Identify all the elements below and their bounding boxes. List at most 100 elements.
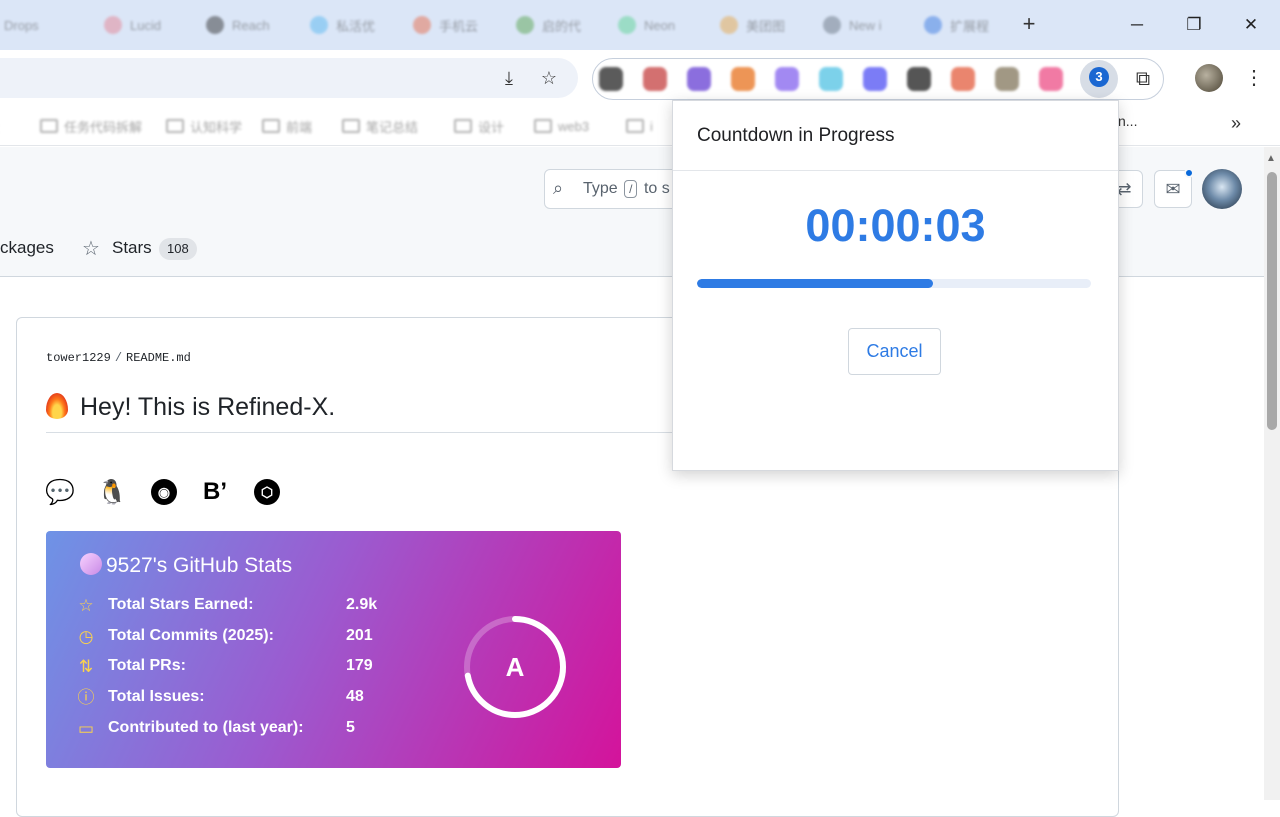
install-app-icon[interactable]: ⤓ [497, 66, 521, 90]
readme-heading: Hey! This is Refined-X. [46, 393, 686, 433]
extension-icon[interactable] [775, 67, 799, 91]
search-placeholder: Type / to s [583, 180, 670, 198]
tab-favicon-icon [720, 16, 738, 34]
browser-tab[interactable]: Drops [0, 9, 66, 41]
user-avatar[interactable] [1202, 169, 1242, 209]
scrollbar-thumb[interactable] [1267, 172, 1277, 430]
extension-icon[interactable] [863, 67, 887, 91]
stat-label: Total PRs: [108, 657, 186, 674]
stat-value: 179 [346, 657, 373, 674]
bookmark-item[interactable]: 任务代码拆解 [40, 115, 142, 137]
github-icon-glyph: ◉ [151, 479, 177, 505]
tab-title: Neon [644, 17, 676, 33]
folder-icon [454, 119, 472, 133]
browser-menu-icon[interactable]: ⋮ [1244, 64, 1264, 92]
bookmark-overflow-text: n... [1118, 113, 1138, 129]
tab-title: Reach [232, 17, 270, 33]
browser-tab[interactable]: 美团图 [712, 9, 808, 41]
browser-tab[interactable]: Lucid [96, 9, 192, 41]
wechat-icon[interactable]: 💬 [45, 478, 75, 506]
tab-favicon-icon [823, 16, 841, 34]
tab-favicon-icon [924, 16, 942, 34]
tab-packages[interactable]: ckages [0, 238, 54, 258]
scroll-up-arrow[interactable]: ▲ [1266, 153, 1276, 164]
extension-icon[interactable] [819, 67, 843, 91]
bookmark-label: i [650, 118, 653, 134]
search-icon: ⌕ [553, 178, 564, 198]
stats-title: 9527's GitHub Stats [80, 553, 292, 578]
tab-stars[interactable]: Stars [112, 238, 152, 258]
extensions-puzzle-icon[interactable]: ⧉ [1130, 66, 1156, 92]
unicorn-icon [80, 553, 102, 575]
extension-icon[interactable] [951, 67, 975, 91]
browser-profile-avatar[interactable] [1195, 64, 1223, 92]
tab-title: 私活优 [336, 18, 376, 34]
countdown-progress-bar [697, 279, 1091, 288]
github-icon[interactable]: ◉ [150, 478, 178, 506]
bookmarks-more-button[interactable]: » [1224, 111, 1248, 135]
folder-icon [166, 119, 184, 133]
bookmark-item[interactable]: web3 [534, 115, 589, 137]
close-window-button[interactable]: ✕ [1238, 12, 1264, 38]
stat-value: 5 [346, 719, 355, 736]
popup-title: Countdown in Progress [697, 125, 895, 146]
blog-icon[interactable]: B’ [201, 478, 229, 506]
cancel-button[interactable]: Cancel [848, 328, 941, 375]
new-tab-button[interactable]: + [1016, 12, 1042, 38]
stat-label: Total Stars Earned: [108, 596, 254, 613]
extension-icon[interactable] [995, 67, 1019, 91]
codepen-icon[interactable]: ⬡ [253, 478, 281, 506]
bookmark-star-icon[interactable]: ☆ [537, 66, 561, 90]
stat-row: ◷ Total Commits (2025): 201 [76, 625, 396, 649]
tab-favicon-icon [310, 16, 328, 34]
bookmark-item[interactable]: i [626, 115, 653, 137]
stat-value: 48 [346, 688, 364, 705]
minimize-button[interactable]: ─ [1124, 12, 1150, 38]
browser-tab[interactable]: 私活优 [302, 9, 398, 41]
extension-icon[interactable] [643, 67, 667, 91]
tab-title: New i [849, 17, 882, 33]
bookmark-label: 笔记总结 [366, 119, 419, 135]
extension-icon[interactable] [687, 67, 711, 91]
browser-tab[interactable]: Neon [610, 9, 706, 41]
slash-key-hint: / [624, 180, 638, 198]
folder-icon [626, 119, 644, 133]
extension-icon[interactable] [599, 67, 623, 91]
browser-tab[interactable]: 手机云 [405, 9, 501, 41]
extension-icon[interactable] [907, 67, 931, 91]
rank-letter: A [505, 652, 525, 682]
extension-icon[interactable] [731, 67, 755, 91]
readme-owner-link[interactable]: tower1229 [46, 351, 111, 365]
tab-favicon-icon [618, 16, 636, 34]
stat-value: 2.9k [346, 596, 378, 613]
browser-tab[interactable]: New i [815, 9, 911, 41]
stat-label: Contributed to (last year): [108, 719, 304, 736]
tab-favicon-icon [104, 16, 122, 34]
stat-row: ⓘ Total Issues: 48 [76, 686, 396, 710]
tab-title: Lucid [130, 17, 162, 33]
tab-title: 启的代 [542, 18, 582, 34]
address-bar[interactable] [0, 58, 578, 98]
qq-icon[interactable]: 🐧 [97, 478, 127, 506]
tab-favicon-icon [413, 16, 431, 34]
tab-title: Drops [4, 17, 39, 33]
bookmark-label: web3 [558, 118, 590, 134]
extension-icon[interactable] [1039, 67, 1063, 91]
bookmark-item[interactable]: 笔记总结 [342, 115, 418, 137]
bookmark-item[interactable]: 设计 [454, 115, 504, 137]
tab-favicon-icon [206, 16, 224, 34]
stat-icon: ◷ [78, 627, 94, 646]
stat-icon: ⇅ [78, 657, 94, 676]
bookmark-label: 前端 [286, 119, 313, 135]
stars-counter: 108 [159, 238, 197, 260]
bookmark-label: 任务代码拆解 [64, 119, 143, 135]
popup-divider [673, 170, 1118, 171]
star-icon: ☆ [82, 238, 100, 260]
browser-tab[interactable]: 扩展程 [916, 9, 1012, 41]
restore-button[interactable]: ❐ [1181, 12, 1207, 38]
countdown-extension-badge: 3 [1089, 67, 1109, 87]
browser-tab[interactable]: 启的代 [508, 9, 604, 41]
browser-tab[interactable]: Reach [198, 9, 294, 41]
bookmark-item[interactable]: 认知科学 [166, 115, 242, 137]
bookmark-item[interactable]: 前端 [262, 115, 312, 137]
